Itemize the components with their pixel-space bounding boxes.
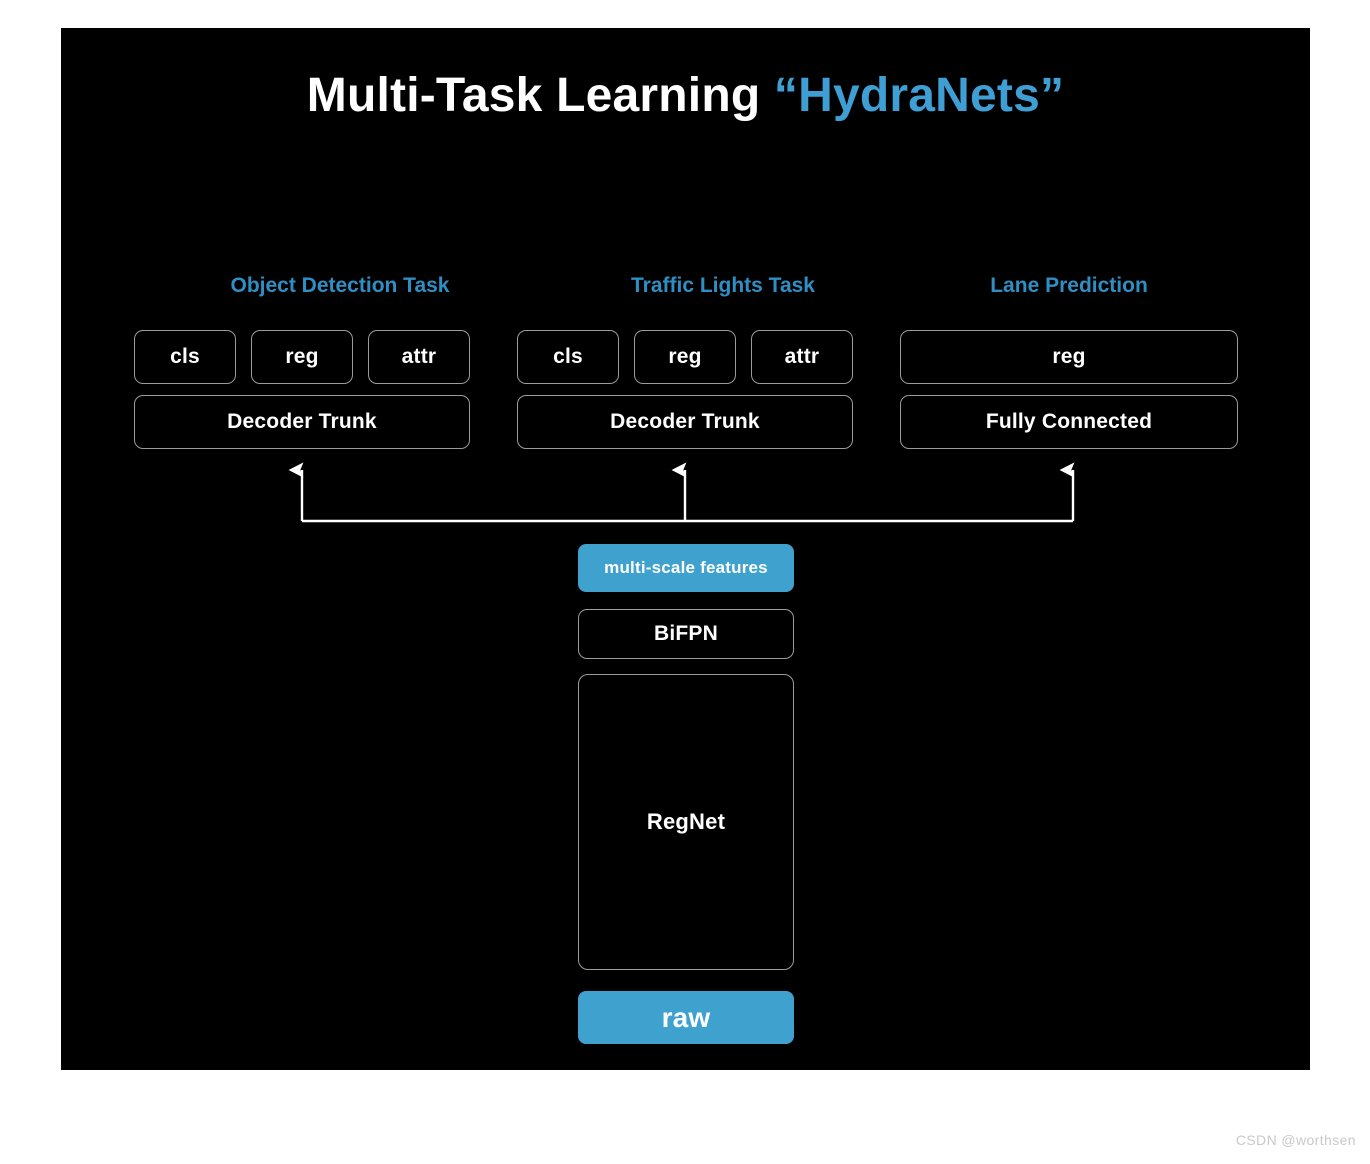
task-header-object-detection: Object Detection Task — [230, 274, 450, 297]
bifpn-box[interactable]: BiFPN — [578, 609, 794, 659]
regnet-box[interactable]: RegNet — [578, 674, 794, 970]
trunk-box-object-detection[interactable]: Decoder Trunk — [134, 395, 470, 449]
slide-canvas: Multi-Task Learning “HydraNets” Object D… — [61, 28, 1310, 1070]
multi-scale-features-box[interactable]: multi-scale features — [578, 544, 794, 592]
trunk-box-lane-prediction[interactable]: Fully Connected — [900, 395, 1238, 449]
head-box-lane-prediction-reg[interactable]: reg — [900, 330, 1238, 384]
watermark-label: CSDN @worthsen — [1235, 1132, 1356, 1148]
trunk-box-traffic-lights[interactable]: Decoder Trunk — [517, 395, 853, 449]
head-box-object-detection-cls[interactable]: cls — [134, 330, 236, 384]
task-header-traffic-lights: Traffic Lights Task — [631, 274, 815, 297]
page-title-accent: “HydraNets” — [773, 69, 1065, 122]
task-header-lane-prediction: Lane Prediction — [990, 274, 1148, 297]
page-title: Multi-Task Learning “HydraNets” — [61, 68, 1310, 123]
head-box-traffic-lights-attr[interactable]: attr — [751, 330, 853, 384]
page-title-main: Multi-Task Learning — [306, 69, 774, 122]
raw-input-box[interactable]: raw — [578, 991, 794, 1044]
head-box-object-detection-attr[interactable]: attr — [368, 330, 470, 384]
head-box-traffic-lights-cls[interactable]: cls — [517, 330, 619, 384]
head-box-object-detection-reg[interactable]: reg — [251, 330, 353, 384]
head-box-traffic-lights-reg[interactable]: reg — [634, 330, 736, 384]
